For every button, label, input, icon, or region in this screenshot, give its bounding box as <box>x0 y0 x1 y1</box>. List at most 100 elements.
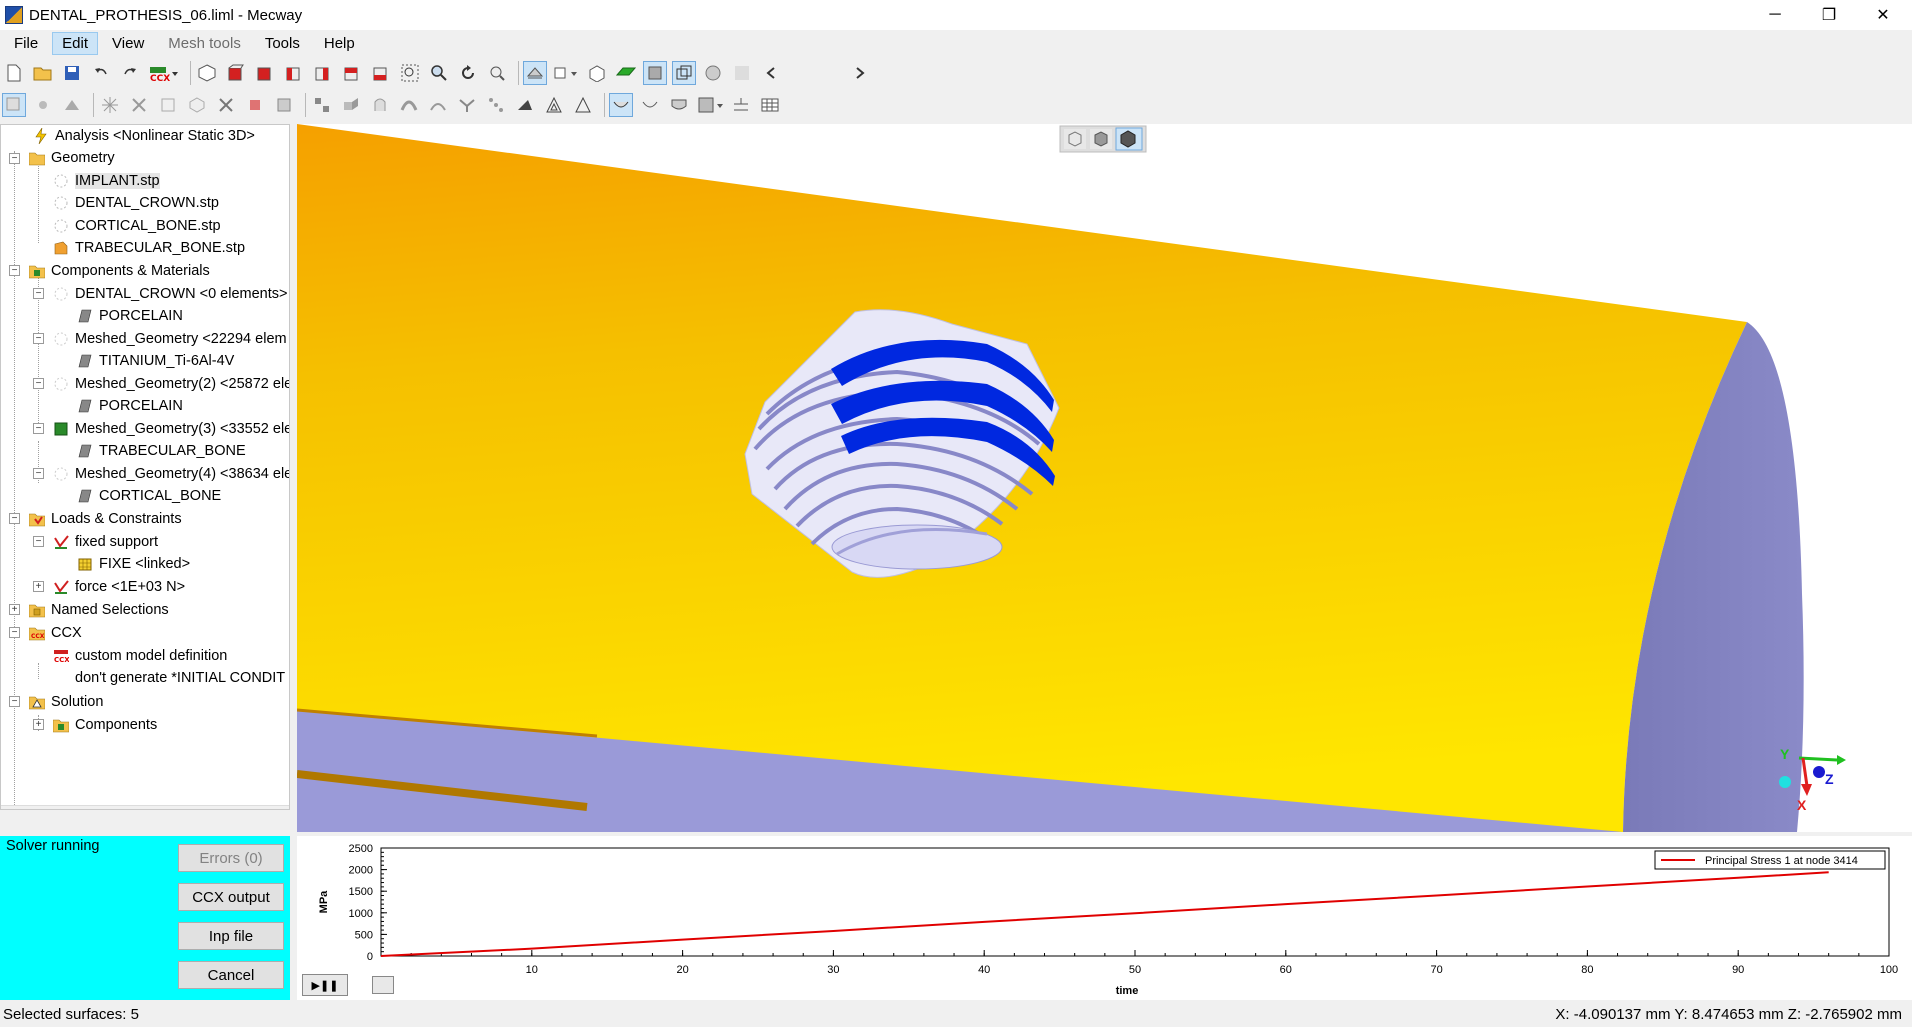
ccx-output-button[interactable]: CCX output <box>178 883 284 911</box>
grid-icon[interactable] <box>696 93 724 117</box>
open-folder-icon[interactable] <box>31 61 55 85</box>
tree-solution-components[interactable]: Components <box>53 714 157 736</box>
play-pause-icon[interactable]: ▶❚❚ <box>312 979 339 992</box>
expander-comp-2[interactable]: − <box>33 333 44 344</box>
expander-force[interactable]: + <box>33 581 44 592</box>
expander-ccx[interactable]: − <box>9 627 20 638</box>
select-edge-icon[interactable] <box>98 93 122 117</box>
minimize-button[interactable]: ─ <box>1752 0 1798 30</box>
beam-icon[interactable] <box>667 93 691 117</box>
close-button[interactable]: ✕ <box>1860 0 1906 30</box>
split-icon[interactable] <box>426 93 450 117</box>
tree-horizontal-scrollbar[interactable]: ‹ › <box>1 805 289 810</box>
select-solid-icon[interactable] <box>185 93 209 117</box>
tree-ccx[interactable]: CCX CCX <box>29 622 82 644</box>
view-top-icon[interactable] <box>340 61 364 85</box>
redo-icon[interactable] <box>118 61 142 85</box>
expander-components[interactable]: − <box>9 265 20 276</box>
menu-help[interactable]: Help <box>314 32 365 55</box>
expander-comp-3[interactable]: − <box>33 378 44 389</box>
display-option-icon[interactable] <box>730 61 754 85</box>
align-icon[interactable] <box>729 93 753 117</box>
refine-icon[interactable] <box>484 93 508 117</box>
display-mode-icon[interactable] <box>552 61 580 85</box>
animation-frame-box[interactable] <box>372 976 394 994</box>
flip-icon[interactable] <box>609 93 633 117</box>
select-icon[interactable] <box>2 93 26 117</box>
tree-custom-model[interactable]: CCX custom model definition <box>53 645 227 667</box>
tree-loads[interactable]: Loads & Constraints <box>29 508 182 530</box>
expander-comp-1[interactable]: − <box>33 288 44 299</box>
view-left-icon[interactable] <box>282 61 306 85</box>
save-icon[interactable] <box>60 61 84 85</box>
smooth-icon[interactable] <box>571 93 595 117</box>
expander-comp-5[interactable]: − <box>33 468 44 479</box>
tree-named-selections[interactable]: Named Selections <box>29 599 169 621</box>
inp-file-button[interactable]: Inp file <box>178 922 284 950</box>
tree-force[interactable]: force <1E+03 N> <box>53 576 185 598</box>
view-front-icon[interactable] <box>224 61 248 85</box>
select-node-icon[interactable] <box>31 93 55 117</box>
tree-geo-trabecular[interactable]: TRABECULAR_BONE.stp <box>53 237 245 259</box>
expander-solution[interactable]: − <box>9 696 20 707</box>
tree-comp-meshed-2[interactable]: Meshed_Geometry(2) <25872 ele <box>53 373 289 395</box>
restore-button[interactable]: ❐ <box>1806 0 1852 30</box>
tree-material[interactable]: PORCELAIN <box>77 395 183 417</box>
expander-named-selections[interactable]: + <box>9 604 20 615</box>
expander-comp-4[interactable]: − <box>33 423 44 434</box>
wireframe-icon[interactable] <box>672 61 696 85</box>
tree-fixe-linked[interactable]: FIXE <linked> <box>77 553 190 575</box>
expander-loads[interactable]: − <box>9 513 20 524</box>
zoom-icon[interactable] <box>427 61 451 85</box>
view-right-icon[interactable] <box>311 61 335 85</box>
zoom-box-icon[interactable] <box>398 61 422 85</box>
transparency-icon[interactable] <box>701 61 725 85</box>
menu-mesh-tools[interactable]: Mesh tools <box>158 32 251 55</box>
tree-material[interactable]: CORTICAL_BONE <box>77 485 221 507</box>
undo-icon[interactable] <box>89 61 113 85</box>
element-icon[interactable] <box>272 93 296 117</box>
expander-solution-components[interactable]: + <box>33 719 44 730</box>
scroll-right-arrow-icon[interactable]: › <box>281 806 285 809</box>
new-file-icon[interactable] <box>2 61 26 85</box>
tree-fixed-support[interactable]: fixed support <box>53 531 158 553</box>
cancel-button[interactable]: Cancel <box>178 961 284 989</box>
tree-dont-generate[interactable]: don't generate *INITIAL CONDIT <box>75 667 285 689</box>
menu-file[interactable]: File <box>4 32 48 55</box>
scroll-right-icon[interactable] <box>848 61 872 85</box>
tree-material[interactable]: TRABECULAR_BONE <box>77 440 246 462</box>
tree-comp-meshed-1[interactable]: Meshed_Geometry <22294 elem <box>53 328 287 350</box>
select-face-icon[interactable] <box>127 93 151 117</box>
table-icon[interactable] <box>758 93 782 117</box>
expander-fixed-support[interactable]: − <box>33 536 44 547</box>
tree-comp-dental-crown[interactable]: DENTAL_CROWN <0 elements> <box>53 283 287 305</box>
merge-icon[interactable] <box>455 93 479 117</box>
tri-icon[interactable] <box>513 93 537 117</box>
menu-edit[interactable]: Edit <box>52 31 99 55</box>
zoom-fit-icon[interactable] <box>485 61 509 85</box>
scrollbar-thumb[interactable] <box>21 809 203 810</box>
rotate-icon[interactable] <box>456 61 480 85</box>
expander-geometry[interactable]: − <box>9 153 20 164</box>
tree-geo-dental-crown[interactable]: DENTAL_CROWN.stp <box>53 192 219 214</box>
tree-components[interactable]: Components & Materials <box>29 260 210 282</box>
ccx-solve-icon[interactable]: CCX <box>147 61 181 85</box>
select-element-icon[interactable] <box>60 93 84 117</box>
show-mesh-icon[interactable] <box>523 61 547 85</box>
extrude-icon[interactable] <box>339 93 363 117</box>
select-box-icon[interactable] <box>156 93 180 117</box>
view-iso-icon[interactable] <box>195 61 219 85</box>
shell-icon[interactable] <box>638 93 662 117</box>
node-icon[interactable] <box>243 93 267 117</box>
tree-solution[interactable]: Solution <box>29 691 103 713</box>
section-icon[interactable] <box>585 61 609 85</box>
tree-comp-meshed-4[interactable]: Meshed_Geometry(4) <38634 ele <box>53 463 289 485</box>
scroll-left-arrow-icon[interactable]: ‹ <box>5 806 9 809</box>
tree-comp-meshed-3[interactable]: Meshed_Geometry(3) <33552 ele <box>53 418 289 440</box>
solid-icon[interactable] <box>643 61 667 85</box>
tree-geo-cortical[interactable]: CORTICAL_BONE.stp <box>53 215 221 237</box>
revolve-icon[interactable] <box>368 93 392 117</box>
tree-material[interactable]: TITANIUM_Ti-6Al-4V <box>77 350 234 372</box>
menu-view[interactable]: View <box>102 32 154 55</box>
tree-material[interactable]: PORCELAIN <box>77 305 183 327</box>
